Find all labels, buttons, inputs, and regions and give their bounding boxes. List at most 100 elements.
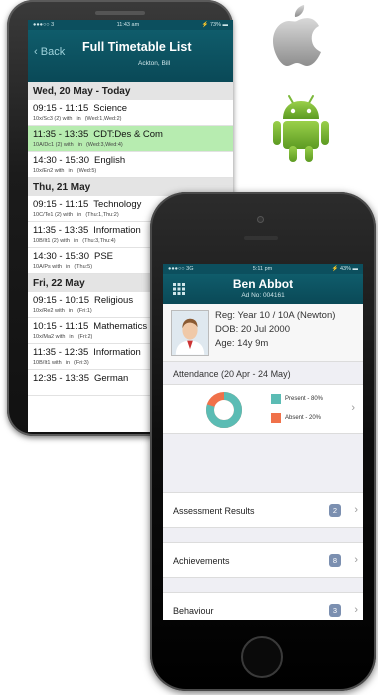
lesson-time: 09:15 - 11:15 (33, 103, 89, 114)
lesson-subject: Information (93, 225, 141, 236)
lesson-week: (Fri:2) (77, 334, 93, 340)
lesson-time: 14:30 - 15:30 (33, 251, 89, 262)
lesson-group: 10x/Sc3 (2) with (33, 116, 73, 122)
chevron-left-icon: ‹ (34, 46, 41, 58)
menu-row-behaviour[interactable]: Behaviour 3 › (163, 592, 363, 620)
registration-text: Reg: Year 10 / 10A (Newton) (215, 310, 336, 321)
attendance-donut-chart (206, 392, 242, 428)
lesson-group: 10A/Dc1 (2) with (33, 142, 74, 148)
menu-row-achievements[interactable]: Achievements 8 › (163, 542, 363, 578)
absent-swatch (271, 413, 281, 423)
apple-logo-icon (273, 5, 321, 66)
present-legend: Present - 80% (271, 394, 323, 404)
lesson-week: (Wed:1,Wed:2) (84, 116, 122, 122)
lesson-details: 10x/Sc3 (2) with in (Wed:1,Wed:2) (33, 116, 228, 122)
attendance-title: Attendance (20 Apr - 24 May) (173, 369, 291, 379)
lesson-subject: PSE (94, 251, 114, 262)
lesson-room: in (68, 308, 74, 314)
lesson-time: 11:35 - 12:35 (33, 347, 89, 358)
lesson-group: 10x/En2 with (33, 168, 65, 174)
lesson-time: 10:15 - 11:15 (33, 321, 89, 332)
lesson-group: 10x/Ma2 with (33, 334, 66, 340)
chevron-right-icon: › (354, 554, 358, 566)
lesson-row[interactable]: 14:30 - 15:30 English 10x/En2 with in (Wed:5… (28, 152, 233, 178)
admission-number: Ad No: 004161 (241, 292, 285, 299)
lesson-week: (Thu:5) (74, 264, 93, 270)
page-subtitle: Ackton, Bill (138, 60, 171, 67)
menu-row-label: Assessment Results (173, 506, 255, 516)
count-badge: 3 (328, 604, 341, 617)
lesson-subject: Information (93, 347, 141, 358)
lesson-time: 09:15 - 11:15 (33, 199, 89, 210)
lesson-week: (Wed:5) (76, 168, 97, 174)
lesson-room: in (65, 360, 71, 366)
back-label: Back (40, 46, 66, 58)
timetable-header: ‹ Back Full Timetable List Ackton, Bill (28, 30, 233, 82)
android-robot-logo-icon (273, 95, 329, 162)
lesson-week: (Thu:1,Thu:2) (85, 212, 119, 218)
lesson-group: 10A/Ps with (33, 264, 63, 270)
age-text: Age: 14y 9m (215, 338, 269, 349)
home-button[interactable] (241, 636, 283, 678)
lesson-subject: CDT:Des & Com (93, 129, 163, 140)
iphone: ●●●○○ 3G 5:11 pm ⚡ 43% ▬ Ben Abbot Ad No… (150, 192, 376, 691)
absent-label: Absent - 20% (285, 415, 322, 421)
count-badge: 8 (328, 554, 341, 567)
back-button[interactable]: ‹ Back (34, 46, 65, 58)
chevron-right-icon: › (351, 402, 355, 414)
android-status-carrier: ●●●○○ 3 (33, 22, 55, 28)
present-swatch (271, 394, 281, 404)
lesson-room: in (69, 334, 74, 340)
grid-menu-icon[interactable] (173, 283, 185, 295)
lesson-week: (Fri:1) (77, 308, 92, 314)
lesson-group: 10x/Re2 with (33, 308, 65, 314)
lesson-time: 11:35 - 13:35 (33, 225, 89, 236)
iphone-speaker (244, 236, 278, 240)
lesson-row[interactable]: 09:15 - 11:15 Science 10x/Sc3 (2) with in (W… (28, 100, 233, 126)
lesson-main: 11:35 - 13:35 CDT:Des & Com (33, 129, 228, 140)
ios-status-carrier: ●●●○○ 3G (168, 266, 194, 272)
ios-status-bar: ●●●○○ 3G 5:11 pm ⚡ 43% ▬ (163, 264, 363, 274)
ios-status-time: 5:11 pm (252, 266, 273, 272)
android-status-time: 11:43 am (116, 22, 140, 28)
lesson-subject: English (94, 155, 126, 166)
menu-row-assessment-results[interactable]: Assessment Results 2 › (163, 492, 363, 528)
iphone-camera (257, 216, 264, 223)
android-speaker (95, 11, 145, 15)
iphone-screen: ●●●○○ 3G 5:11 pm ⚡ 43% ▬ Ben Abbot Ad No… (163, 264, 363, 620)
lesson-subject: German (94, 373, 129, 384)
lesson-time: 12:35 - 13:35 (33, 373, 89, 384)
page-title: Full Timetable List (82, 40, 192, 54)
lesson-room: in (76, 116, 81, 122)
student-profile: Reg: Year 10 / 10A (Newton) DOB: 20 Jul … (163, 304, 363, 362)
lesson-room: in (68, 168, 73, 174)
present-label: Present - 80% (285, 396, 324, 402)
lesson-details: 10x/En2 with in (Wed:5) (33, 168, 228, 174)
lesson-room: in (77, 212, 82, 218)
lesson-subject: Science (93, 103, 128, 114)
lesson-time: 14:30 - 15:30 (33, 155, 89, 166)
lesson-subject: Mathematics (93, 321, 148, 332)
lesson-time: 09:15 - 10:15 (33, 295, 89, 306)
lesson-subject: Technology (93, 199, 142, 210)
lesson-room: in (74, 238, 79, 244)
lesson-week: (Wed:3,Wed:4) (85, 142, 123, 148)
lesson-main: 14:30 - 15:30 English (33, 155, 228, 166)
student-photo (171, 310, 209, 356)
lesson-time: 11:35 - 13:35 (33, 129, 89, 140)
lesson-week: (Fri:3) (74, 360, 89, 366)
lesson-week: (Thu:3,Thu:4) (82, 238, 116, 244)
dob-text: DOB: 20 Jul 2000 (215, 324, 290, 335)
android-status-battery: ⚡ 73% ▬ (201, 22, 228, 28)
lesson-details: 10A/Dc1 (2) with in (Wed:3,Wed:4) (33, 142, 228, 148)
day-header: Wed, 20 May - Today (28, 82, 233, 100)
lesson-row[interactable]: 11:35 - 13:35 CDT:Des & Com 10A/Dc1 (2) wi… (28, 126, 233, 152)
lesson-group: 10B/It1 (2) with (33, 238, 70, 244)
lesson-room: in (66, 264, 71, 270)
attendance-card[interactable]: Present - 80% Absent - 20% › (163, 384, 363, 434)
menu-row-label: Behaviour (173, 606, 214, 616)
count-badge: 2 (328, 504, 341, 517)
chevron-right-icon: › (354, 504, 358, 516)
lesson-room: in (77, 142, 82, 148)
lesson-group: 10B/It1 with (33, 360, 62, 366)
